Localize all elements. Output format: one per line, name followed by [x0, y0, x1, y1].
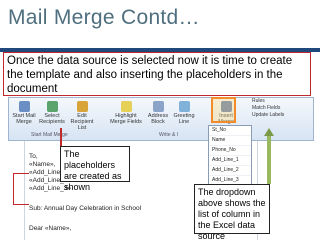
dropdown-item[interactable]: Name — [209, 136, 251, 146]
start-mail-merge-icon — [18, 101, 30, 112]
dropdown-item[interactable]: Phone_No — [209, 146, 251, 156]
doc-line: Sub: Annual Day Celebration in School — [29, 205, 142, 212]
dropdown-item[interactable]: Add_Line_1 — [209, 156, 251, 166]
rules-item[interactable]: Rules — [252, 98, 284, 105]
edit-recipient-list-button[interactable]: Edit Recipient List — [68, 101, 96, 131]
arrow-stem — [267, 136, 271, 184]
select-recipients-button[interactable]: Select Recipients — [39, 101, 65, 125]
select-recipients-icon — [46, 101, 58, 112]
highlight-fields-icon — [120, 101, 132, 112]
doc-line: To, — [29, 153, 38, 160]
update-labels-item[interactable]: Update Labels — [252, 112, 284, 119]
rules-panel: Rules Match Fields Update Labels — [252, 98, 284, 119]
button-label: Address Block — [147, 113, 169, 125]
button-label: Greeting Line — [173, 113, 195, 125]
caption-box: Once the data source is selected now it … — [3, 52, 311, 96]
match-fields-item[interactable]: Match Fields — [252, 105, 284, 112]
button-label: Edit Recipient List — [70, 113, 94, 131]
placeholder-bracket — [13, 173, 29, 205]
button-label: Highlight Merge Fields — [110, 113, 142, 125]
address-block-button[interactable]: Address Block — [146, 101, 170, 125]
dropdown-item[interactable]: St_No — [209, 126, 251, 136]
insert-merge-field-highlight — [211, 97, 236, 123]
start-mail-merge-button[interactable]: Start Mail Merge — [12, 101, 36, 125]
greeting-line-button[interactable]: Greeting Line — [172, 101, 196, 125]
dropdown-item[interactable]: Add_Line_2 — [209, 166, 251, 176]
button-label: Start Mail Merge — [12, 113, 36, 125]
doc-line: «Name», — [29, 161, 56, 168]
edit-recipient-list-icon — [76, 101, 88, 112]
button-label: Select Recipients — [39, 113, 65, 125]
placeholders-callout: The placeholders are created as shown — [60, 146, 130, 192]
group-label: Write & I — [159, 132, 179, 138]
slide-title: Mail Merge Contd… — [8, 6, 200, 29]
group-label: Start Mail Merge — [31, 132, 68, 138]
dropdown-callout: The dropdown above shows the list of col… — [194, 184, 270, 241]
doc-line: Dear «Name», — [29, 225, 72, 232]
connector-line — [60, 128, 62, 146]
up-arrow-icon — [264, 128, 274, 136]
greeting-line-icon — [178, 101, 190, 112]
highlight-merge-fields-button[interactable]: Highlight Merge Fields — [109, 101, 143, 125]
address-block-icon — [152, 101, 164, 112]
